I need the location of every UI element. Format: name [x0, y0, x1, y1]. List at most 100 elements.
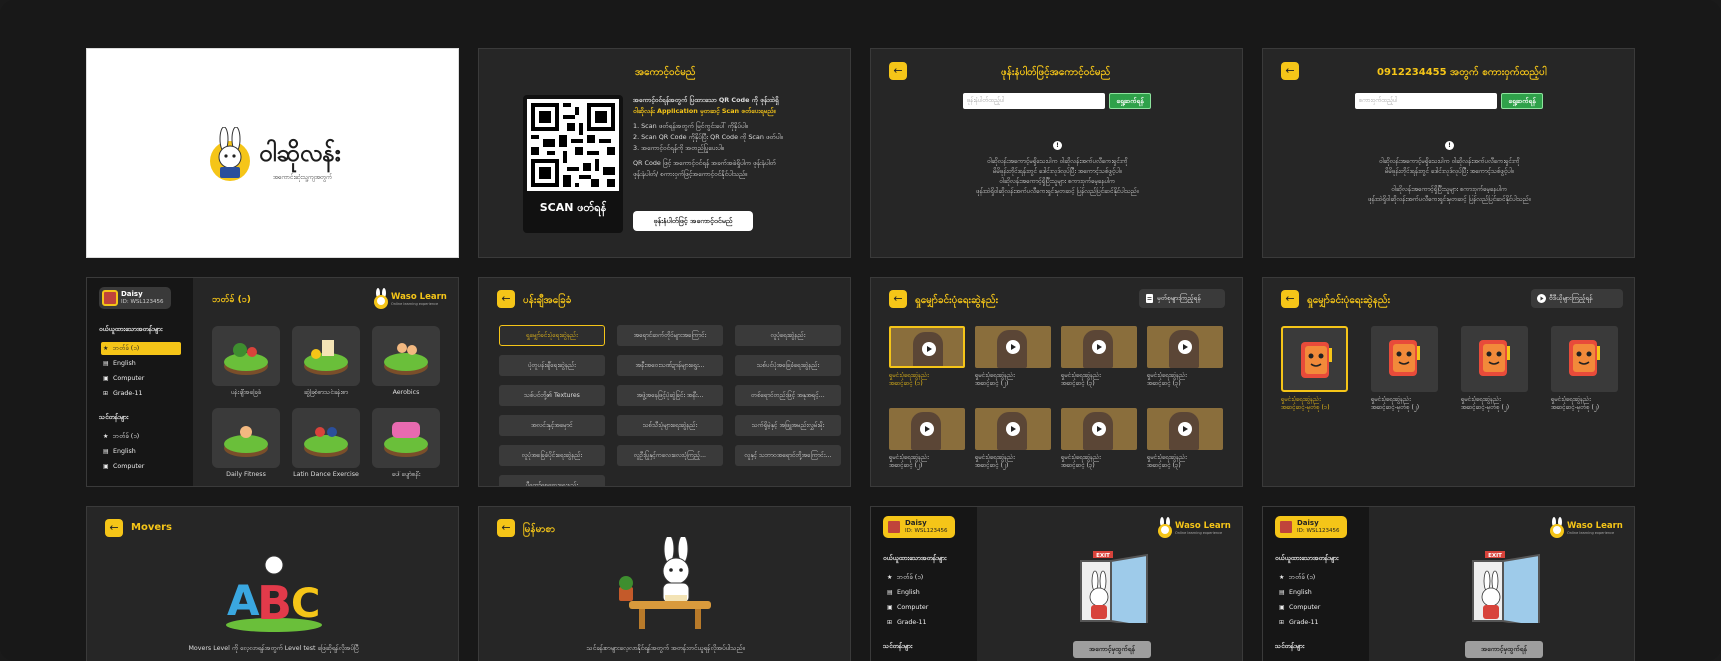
- lesson-chip[interactable]: ရှုမျှော်ခင်းပုံရေးဆွဲနည်း: [499, 325, 605, 346]
- page-title: ပန်းချီအခြေခံ: [523, 295, 572, 306]
- note-tile[interactable]: [1551, 326, 1618, 392]
- svg-text:C: C: [291, 581, 320, 627]
- sidebar-item-grade11[interactable]: ⊞ Grade-11: [101, 387, 181, 400]
- note-label: ရှုမင်းပုံရေးဆွဲနည်း အဆင့်ဆင့်-မှတ်စု (၂): [1551, 396, 1631, 412]
- lesson-chip[interactable]: အဖွဲ့အနေဖြင့်ပုံဆွဲခြင်း အနီး...: [617, 385, 723, 406]
- video-label-line: အဆင့်ဆင့် (၃): [1061, 462, 1095, 469]
- sidebar-item-english[interactable]: ▤ English: [1277, 586, 1357, 599]
- note-label-line: ရှုမင်းပုံရေးဆွဲနည်း: [1551, 396, 1591, 403]
- sidebar-item-batch1[interactable]: ★ ဘတ်ခ် (၁): [1277, 571, 1357, 584]
- lesson-chip[interactable]: သက်ရှိမဲ့နှင့် အဖြူအမည်းလွှမ်းမိုး: [735, 415, 841, 436]
- instruction-line: ဝါဆိုလန်း Application မှတဆင့် Scan ဖတ်ပေ…: [633, 107, 776, 115]
- sidebar-item-grade11[interactable]: ⊞ Grade-11: [885, 616, 965, 629]
- sidebar-item-batch1[interactable]: ★ ဘတ်ခ် (၁): [885, 571, 965, 584]
- back-arrow-icon[interactable]: ←: [889, 62, 907, 80]
- video-label-line: ရှုမင်းပုံရေးဆွဲနည်း: [889, 372, 929, 379]
- note-tile[interactable]: [1281, 326, 1348, 392]
- password-input[interactable]: စကားဝှက်ထည့်ပါ: [1355, 93, 1497, 109]
- video-thumbnail[interactable]: [1061, 326, 1137, 368]
- instruction-line: QR Code ဖြင့် အကောင့်ဝင်ရန် အခက်အခဲရှိပါ…: [633, 159, 776, 167]
- page-title: မြန်မာစာ: [523, 524, 556, 535]
- course-tile[interactable]: [212, 326, 280, 386]
- course-tile[interactable]: [292, 326, 360, 386]
- video-thumbnail[interactable]: [975, 326, 1051, 368]
- sidebar-item-english[interactable]: ▤ English: [101, 357, 181, 370]
- back-arrow-icon[interactable]: ←: [889, 290, 907, 308]
- back-arrow-icon[interactable]: ←: [1281, 290, 1299, 308]
- lesson-chip[interactable]: လူနှင့် သဘာဝအရောင်တို့အကြောင်း...: [735, 445, 841, 466]
- video-label-line: ရှုမင်းပုံရေးဆွဲနည်း: [1147, 454, 1187, 461]
- notes-list-screen: ← ရှုမျှော်ခင်းပုံရေးဆွဲနည်း ဗီဒီယိုများ…: [1262, 277, 1635, 487]
- profile-card[interactable]: Daisy ID: WSL123456: [99, 287, 171, 309]
- app-tagline: အကောင်းဆုံးသူ့ကျအတွက်: [273, 174, 333, 181]
- page-title: ရှုမျှော်ခင်းပုံရေးဆွဲနည်း: [1307, 295, 1391, 306]
- video-label-line: အဆင့်ဆင့် (၂): [975, 380, 1009, 387]
- lesson-chip[interactable]: ပုံတူပန်းချီရေးဆွဲနည်း: [499, 355, 605, 376]
- lesson-chip[interactable]: လူပုံရေးဆွဲနည်း: [735, 325, 841, 346]
- waso-learn-logo: Waso Learn Online learning experience: [373, 288, 447, 310]
- sidebar-item-computer[interactable]: ▣ Computer: [101, 460, 181, 473]
- note-tile[interactable]: [1461, 326, 1528, 392]
- lesson-chip[interactable]: သစ်သီးပုံများရေးဆွဲနည်း: [617, 415, 723, 436]
- note-label-line: အဆင့်ဆင့်-မှတ်စု (၂): [1461, 404, 1510, 411]
- course-tile[interactable]: [292, 408, 360, 468]
- waso-learn-title: Waso Learn: [1567, 521, 1623, 531]
- note-label-line: ရှုမင်းပုံရေးဆွဲနည်း: [1281, 396, 1321, 403]
- sidebar-item-english[interactable]: ▤ English: [885, 586, 965, 599]
- sidebar-item-label: Grade-11: [1289, 619, 1319, 626]
- video-thumbnail[interactable]: [975, 408, 1051, 450]
- lesson-chip[interactable]: အနီးအဝေးသဏ်ဍာန်များရွေး...: [617, 355, 723, 376]
- sidebar-item-grade11[interactable]: ⊞ Grade-11: [1277, 616, 1357, 629]
- profile-card[interactable]: Daisy ID: WSL123456: [1275, 516, 1347, 538]
- course-tile-label: Aerobics: [392, 389, 420, 396]
- phone-login-button[interactable]: ဖုန်းနံပါတ်ဖြင့် အကောင့်ဝင်မည်: [633, 211, 753, 231]
- qr-card[interactable]: SCAN ဖတ်ရန်: [523, 95, 623, 233]
- back-arrow-icon[interactable]: ←: [497, 519, 515, 537]
- phone-input[interactable]: ဖုန်းနံပါတ်ထည့်ပါ: [963, 93, 1105, 109]
- avatar: [102, 290, 118, 306]
- sidebar-item-computer[interactable]: ▣ Computer: [101, 372, 181, 385]
- sidebar-item-label: Grade-11: [113, 390, 143, 397]
- sidebar: Daisy ID: WSL123456 ဝယ်ယူထားသောအတန်းများ…: [1263, 507, 1369, 661]
- abc-mascot-icon: A B C: [226, 555, 322, 632]
- sidebar-item-batch1[interactable]: ★ ဘတ်ခ် (၁): [101, 342, 181, 355]
- back-arrow-icon[interactable]: ←: [497, 290, 515, 308]
- continue-button[interactable]: ရှေ့ဆက်ရန်: [1501, 93, 1543, 109]
- back-arrow-icon[interactable]: ←: [105, 519, 123, 537]
- video-thumbnail[interactable]: [1147, 326, 1223, 368]
- note-tile[interactable]: [1371, 326, 1438, 392]
- logout-button[interactable]: အကောင့်မှထွက်ရန်: [1465, 641, 1543, 658]
- lesson-chip[interactable]: သစ်ပင်ပုံအခြေခံရေးဆွဲနည်း: [735, 355, 841, 376]
- instruction-step: 1. Scan ဖတ်ရန်အတွက် မြင်ကွင်းပေါ် ကိုနှိ…: [633, 122, 748, 130]
- sidebar-item-batch1[interactable]: ★ ဘတ်ခ် (၁): [101, 430, 181, 443]
- lesson-chip[interactable]: အလင်းနှင့်အမှောင်: [499, 415, 605, 436]
- video-thumbnail[interactable]: [1147, 408, 1223, 450]
- lesson-chip[interactable]: လူပုံအခြေခံပိုင်းရေးဆွဲနည်း: [499, 445, 605, 466]
- lesson-chip[interactable]: အရောင်ဆက်တိုင်များအကြောင်း: [617, 325, 723, 346]
- lesson-chip[interactable]: လူဦးပြုနှင့်ကလေးလေးပုံကြည့်...: [617, 445, 723, 466]
- star-icon: ★: [1279, 574, 1285, 581]
- sidebar-item-label: English: [113, 360, 136, 367]
- videos-button[interactable]: ဗီဒီယိုများကြည့်ရန်: [1531, 289, 1623, 308]
- waso-learn-subtitle: Online learning experience: [1175, 531, 1223, 535]
- video-thumbnail[interactable]: [1061, 408, 1137, 450]
- course-tile[interactable]: [212, 408, 280, 468]
- continue-button[interactable]: ရှေ့ဆက်ရန်: [1109, 93, 1151, 109]
- lesson-chip[interactable]: ပီကော်စေဆေးရေးနည်း: [499, 475, 605, 486]
- lesson-chip[interactable]: တစ်ရောင်တည်းဖြင့် အနုအရင့်...: [735, 385, 841, 406]
- back-arrow-icon[interactable]: ←: [1281, 62, 1299, 80]
- course-tile[interactable]: [372, 408, 440, 468]
- video-thumbnail[interactable]: [889, 408, 965, 450]
- sidebar-item-computer[interactable]: ▣ Computer: [885, 601, 965, 614]
- video-label-line: ရှုမင်းပုံရေးဆွဲနည်း: [975, 372, 1015, 379]
- sidebar-item-english[interactable]: ▤ English: [101, 445, 181, 458]
- logout-button[interactable]: အကောင့်မှထွက်ရန်: [1073, 641, 1151, 658]
- course-tile[interactable]: [372, 326, 440, 386]
- video-thumbnail[interactable]: [889, 326, 965, 368]
- notes-button[interactable]: မှတ်စုများကြည့်ရန်: [1139, 289, 1225, 308]
- info-icon: !: [1445, 141, 1454, 150]
- exit-door-icon: EXIT: [1080, 551, 1148, 623]
- profile-card[interactable]: Daisy ID: WSL123456: [883, 516, 955, 538]
- sidebar-item-computer[interactable]: ▣ Computer: [1277, 601, 1357, 614]
- lesson-chip[interactable]: သစ်ပင်တို့၏ Textures: [499, 385, 605, 406]
